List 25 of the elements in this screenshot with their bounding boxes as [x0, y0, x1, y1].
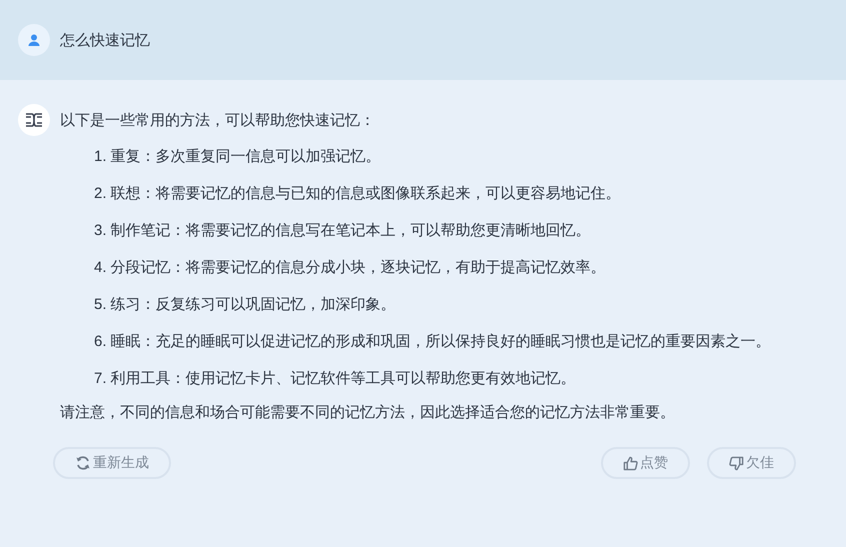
list-number: 2.	[94, 184, 107, 204]
like-button[interactable]: 点赞	[601, 447, 690, 479]
question-text: 怎么快速记忆	[60, 30, 150, 50]
list-number: 3.	[94, 221, 107, 241]
list-item-text: 利用工具：使用记忆卡片、记忆软件等工具可以帮助您更有效地记忆。	[110, 369, 577, 389]
thumbs-up-icon	[623, 456, 638, 470]
user-icon	[28, 34, 40, 46]
logo-icon	[25, 113, 43, 127]
answer-note: 请注意，不同的信息和场合可能需要不同的记忆方法，因此选择适合您的记忆方法非常重要。	[60, 403, 676, 423]
list-item-text: 练习：反复练习可以巩固记忆，加深印象。	[110, 295, 397, 315]
refresh-icon	[75, 455, 91, 471]
list-number: 7.	[94, 369, 107, 389]
list-number: 1.	[94, 147, 107, 167]
list-number: 6.	[94, 332, 107, 352]
list-item-text: 睡眠：充足的睡眠可以促进记忆的形成和巩固，所以保持良好的睡眠习惯也是记忆的重要因素之一。	[110, 332, 772, 352]
list-item-text: 重复：多次重复同一信息可以加强记忆。	[110, 147, 382, 167]
list-number: 4.	[94, 258, 107, 278]
list-item-text: 分段记忆：将需要记忆的信息分成小块，逐块记忆，有助于提高记忆效率。	[110, 258, 607, 278]
regenerate-button[interactable]: 重新生成	[53, 447, 171, 479]
list-number: 5.	[94, 295, 107, 315]
answer-intro: 以下是一些常用的方法，可以帮助您快速记忆：	[60, 111, 376, 131]
thumbs-down-icon	[729, 456, 744, 470]
list-item-text: 制作笔记：将需要记忆的信息写在笔记本上，可以帮助您更清晰地回忆。	[110, 221, 592, 241]
list-item-text: 联想：将需要记忆的信息与已知的信息或图像联系起来，可以更容易地记住。	[110, 184, 622, 204]
dislike-button[interactable]: 欠佳	[707, 447, 796, 479]
